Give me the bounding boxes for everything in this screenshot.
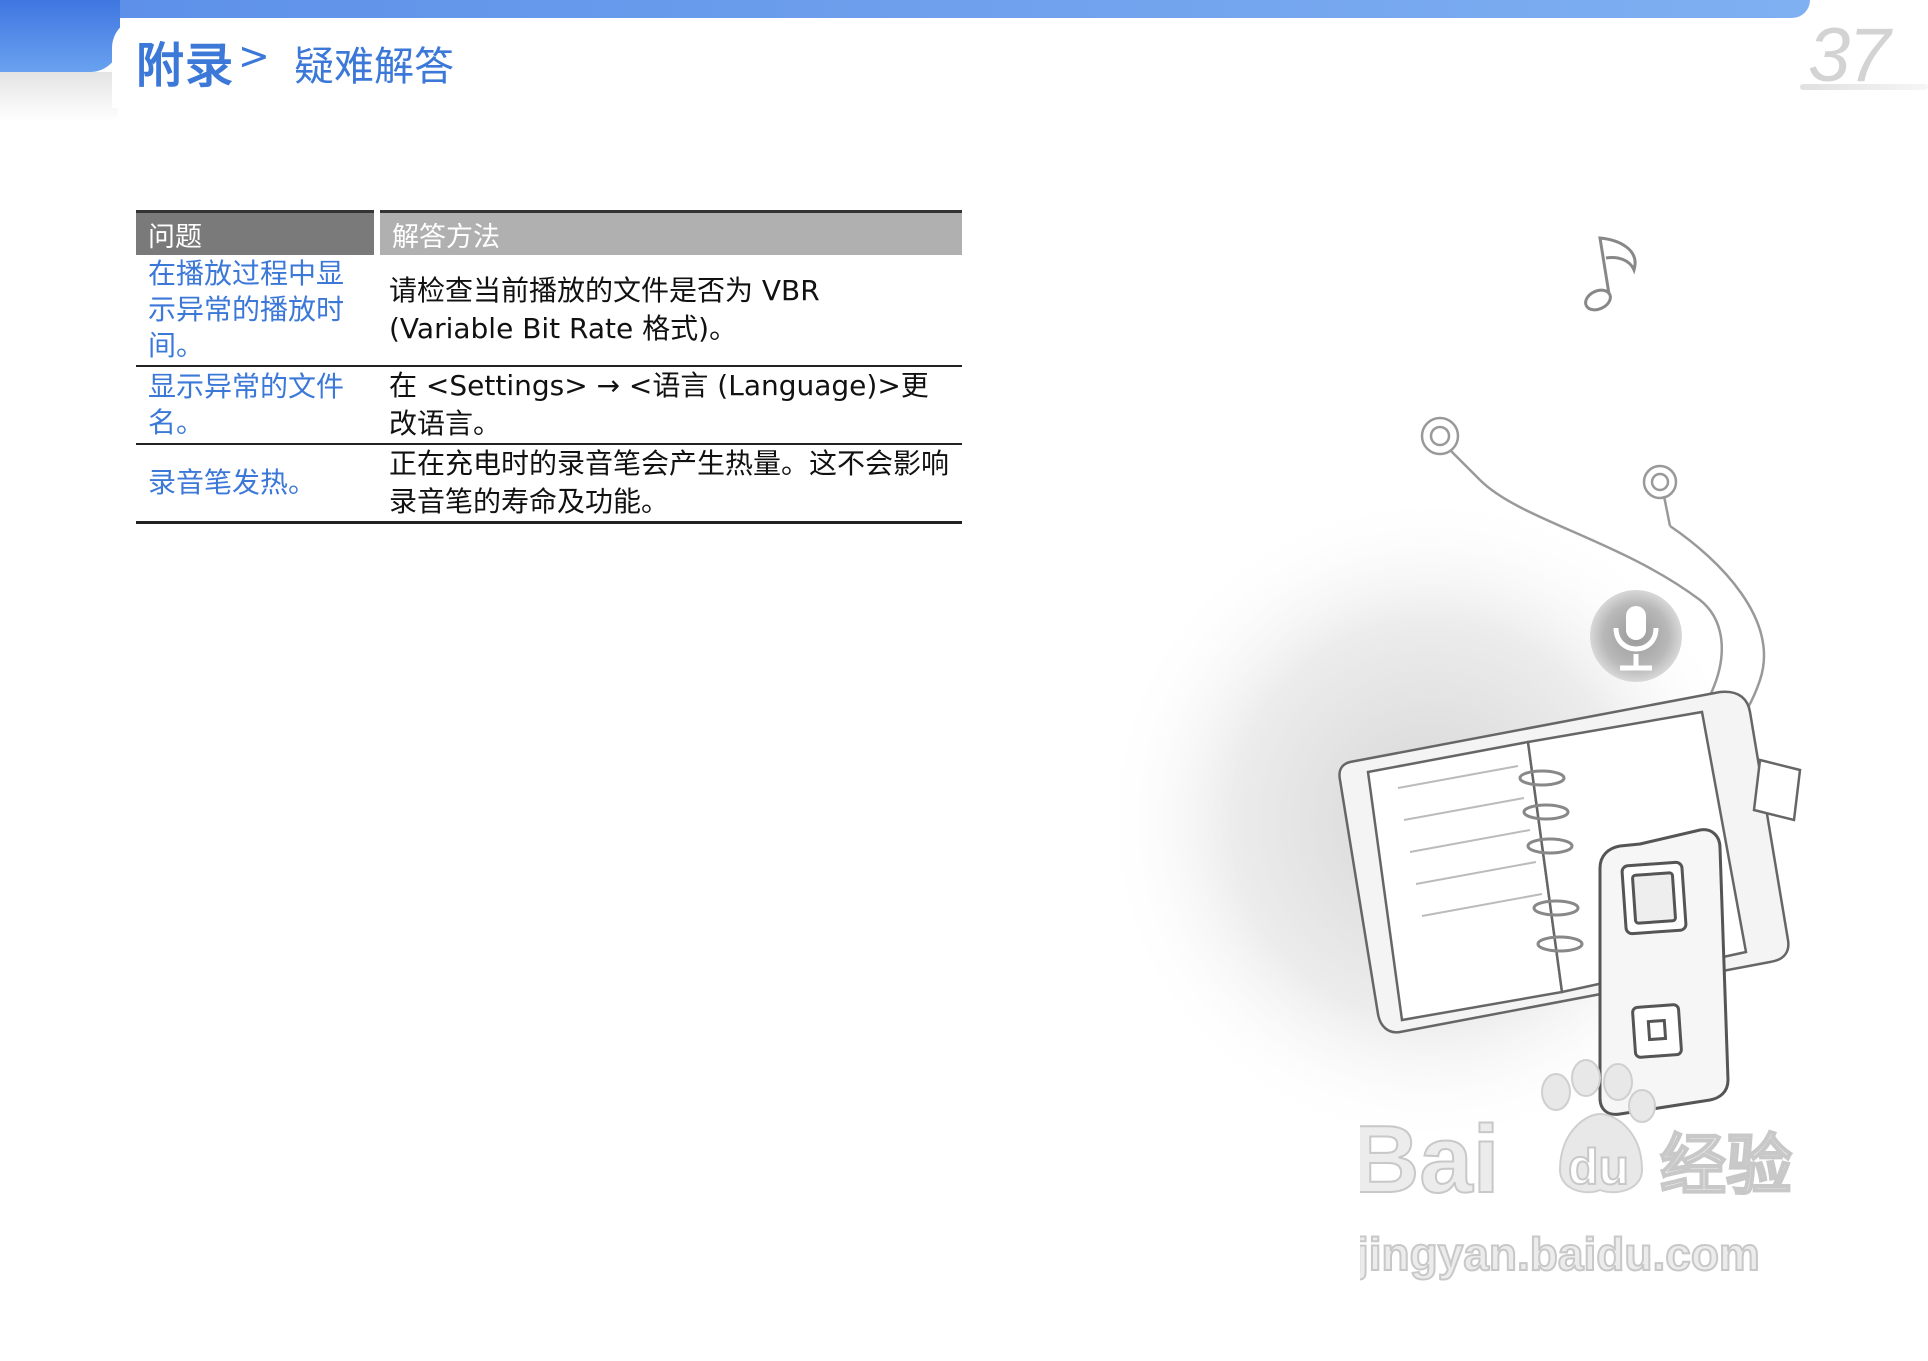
title-separator: > xyxy=(238,34,270,78)
page-title: 疑难解答 xyxy=(294,44,454,90)
problem-cell: 显示异常的文件名。 xyxy=(136,366,377,445)
music-note-icon xyxy=(1584,236,1637,312)
table-row: 在播放过程中显示异常的播放时间。 请检查当前播放的文件是否为 VBR (Vari… xyxy=(136,255,962,367)
troubleshooting-table: 问题 解答方法 在播放过程中显示异常的播放时间。 请检查当前播放的文件是否为 V… xyxy=(136,210,962,524)
solution-cell: 正在充电时的录音笔会产生热量。这不会影响录音笔的寿命及功能。 xyxy=(377,444,962,524)
header-left-tab xyxy=(0,0,120,72)
solution-cell: 请检查当前播放的文件是否为 VBR (Variable Bit Rate 格式)… xyxy=(377,255,962,367)
baidu-watermark: Bai du 经验 jingyan.baidu.com xyxy=(1360,1059,1793,1281)
watermark-brand-du: du xyxy=(1568,1139,1629,1195)
watermark-brand-cn: 经验 xyxy=(1660,1127,1792,1204)
table-row: 显示异常的文件名。 在 <Settings> → <语言 (Language)>… xyxy=(136,366,962,445)
table-header-row: 问题 解答方法 xyxy=(136,210,962,255)
problem-cell: 录音笔发热。 xyxy=(136,444,377,524)
watermark-url: jingyan.baidu.com xyxy=(1360,1228,1760,1280)
header-left-shadow xyxy=(0,72,118,122)
column-header-problem: 问题 xyxy=(136,210,380,255)
column-header-solution: 解答方法 xyxy=(377,210,962,255)
problem-cell: 在播放过程中显示异常的播放时间。 xyxy=(136,255,377,367)
watermark-brand-latin: Bai xyxy=(1360,1106,1499,1213)
table-row: 录音笔发热。 正在充电时的录音笔会产生热量。这不会影响录音笔的寿命及功能。 xyxy=(136,444,962,524)
solution-cell: 在 <Settings> → <语言 (Language)>更改语言。 xyxy=(377,366,962,445)
section-title: 附录 xyxy=(136,38,235,94)
microphone-icon xyxy=(1590,590,1682,682)
page-number-underline xyxy=(1800,84,1928,90)
header-top-bar xyxy=(0,0,1810,18)
